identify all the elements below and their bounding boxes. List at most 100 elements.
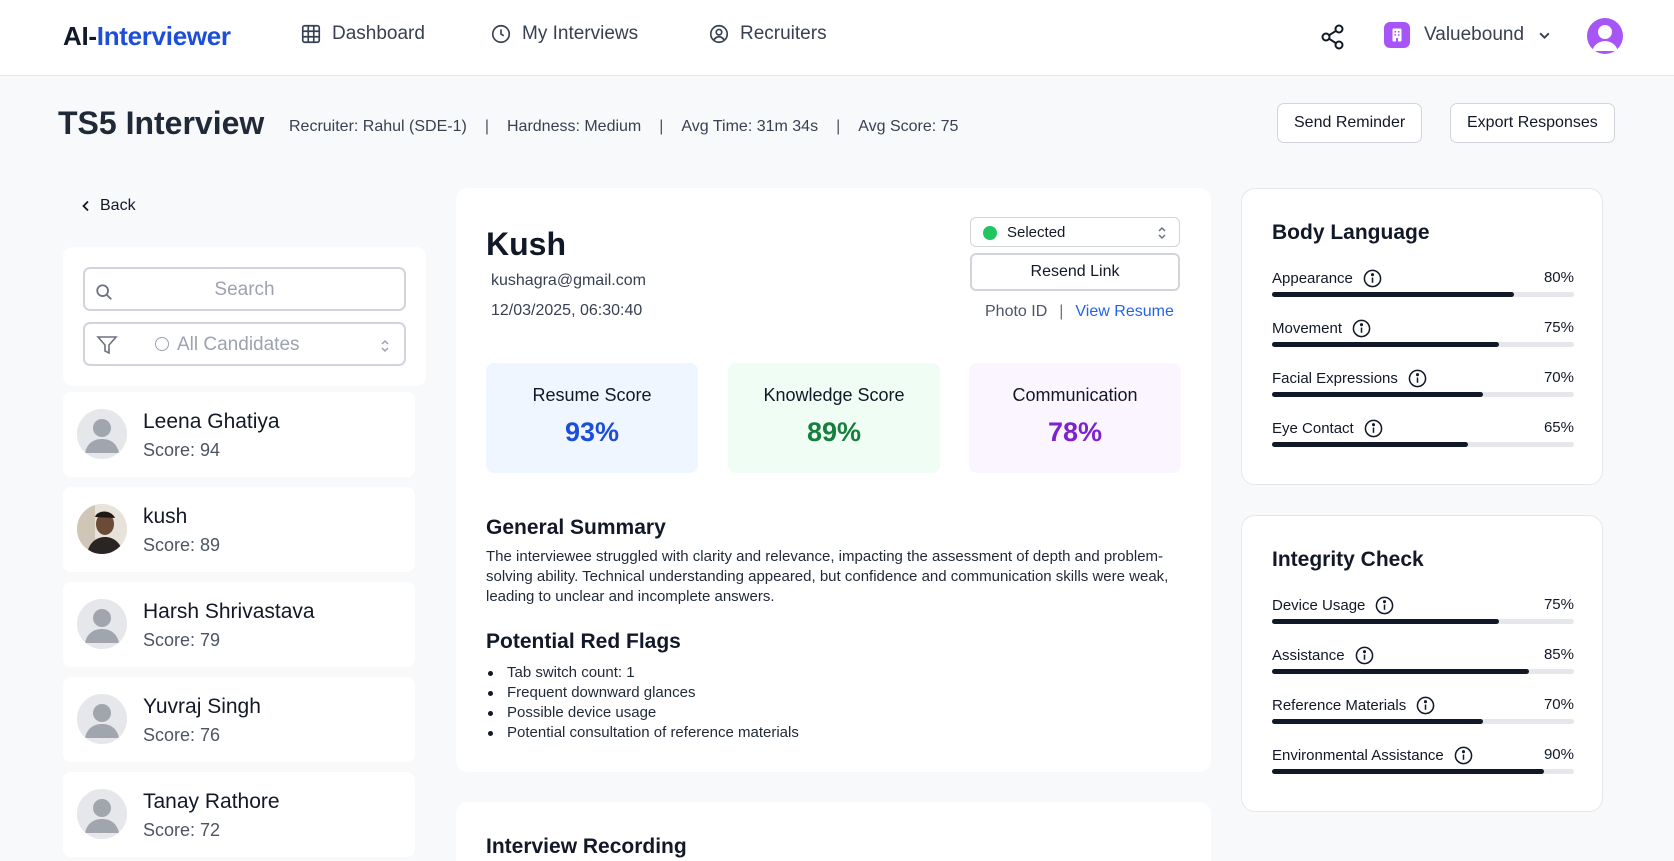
avatar: [77, 409, 127, 459]
candidate-card[interactable]: Yuvraj Singh Score: 76: [63, 677, 415, 762]
progress-fill: [1272, 719, 1484, 724]
info-icon[interactable]: [1454, 746, 1473, 765]
red-flag-item: Possible device usage: [486, 703, 799, 723]
meta-divider: |: [484, 118, 489, 135]
red-flag-item: Frequent downward glances: [486, 683, 799, 703]
metric-eye-contact: Eye Contact 65%: [1272, 419, 1574, 449]
avatar-photo: [77, 504, 127, 554]
info-icon[interactable]: [1352, 319, 1371, 338]
back-button[interactable]: Back: [80, 197, 136, 215]
share-icon[interactable]: [1319, 23, 1347, 51]
metric-movement: Movement 75%: [1272, 319, 1574, 349]
metric-label: Reference Materials: [1272, 697, 1407, 714]
search-placeholder: Search: [214, 279, 275, 300]
candidate-filter-select[interactable]: All Candidates: [83, 322, 406, 366]
meta-divider: |: [836, 118, 841, 135]
grid-icon: [300, 23, 322, 45]
score-value: 93%: [564, 417, 620, 447]
top-navbar: AI-Interviewer Dashboard My Interviews R…: [0, 0, 1674, 76]
interview-meta: Recruiter: Rahul (SDE-1) | Hardness: Med…: [289, 118, 958, 136]
nav-dashboard[interactable]: Dashboard: [300, 23, 425, 45]
meta-hardness: Hardness: Medium: [506, 118, 642, 135]
info-icon[interactable]: [1408, 369, 1427, 388]
candidate-detail-card: Kush kushagra@gmail.com 12/03/2025, 06:3…: [456, 188, 1211, 772]
view-resume-link[interactable]: View Resume: [1075, 303, 1173, 321]
metric-value: 70%: [1543, 369, 1574, 386]
metric-value: 80%: [1543, 269, 1574, 286]
metric-label: Eye Contact: [1272, 420, 1354, 437]
nav-my-interviews[interactable]: My Interviews: [490, 23, 638, 45]
org-switcher[interactable]: Valuebound: [1384, 22, 1551, 48]
meta-avg-score: Avg Score: 75: [858, 118, 959, 135]
candidate-links: Photo ID | View Resume: [985, 303, 1174, 321]
info-icon[interactable]: [1363, 269, 1382, 288]
score-label: Knowledge Score: [763, 385, 905, 405]
candidate-card[interactable]: Tanay Rathore Score: 72: [63, 772, 415, 857]
knowledge-score-card: Knowledge Score 89%: [728, 363, 940, 473]
candidate-card[interactable]: kush Score: 89: [63, 487, 415, 572]
body-language-card: Body Language Appearance 80% Movement 75…: [1241, 188, 1603, 485]
status-select[interactable]: Selected: [970, 217, 1180, 247]
candidate-score: Score: 94: [143, 440, 221, 460]
user-circle-icon: [708, 23, 730, 45]
progress-fill: [1272, 292, 1514, 297]
meta-recruiter: Recruiter: Rahul (SDE-1): [289, 118, 467, 135]
status-value: Selected: [1007, 224, 1066, 241]
red-flag-item: Potential consultation of reference mate…: [486, 723, 799, 743]
info-icon[interactable]: [1355, 646, 1374, 665]
candidate-card[interactable]: Leena Ghatiya Score: 94: [63, 392, 415, 477]
metric-device-usage: Device Usage 75%: [1272, 596, 1574, 626]
chevron-down-icon: [1538, 29, 1551, 42]
clock-icon: [490, 23, 512, 45]
filter-value-wrap: All Candidates: [155, 334, 300, 356]
updown-chevron-icon: [1158, 226, 1166, 240]
updown-chevron-icon: [381, 339, 389, 353]
export-responses-button[interactable]: Export Responses: [1450, 103, 1615, 143]
candidate-title: Kush: [486, 226, 566, 262]
progress-fill: [1272, 442, 1469, 447]
metric-value: 75%: [1543, 596, 1574, 613]
body-language-title: Body Language: [1272, 221, 1430, 244]
candidate-name: Tanay Rathore: [143, 790, 280, 813]
score-value: 78%: [1047, 417, 1103, 447]
building-icon: [1384, 22, 1410, 48]
search-input[interactable]: Search: [83, 267, 406, 311]
progress-track: [1272, 292, 1574, 297]
candidate-name: Yuvraj Singh: [143, 695, 261, 718]
resend-link-button[interactable]: Resend Link: [970, 253, 1180, 291]
metric-environmental-assistance: Environmental Assistance 90%: [1272, 746, 1574, 776]
filter-value: All Candidates: [177, 334, 300, 355]
info-icon[interactable]: [1364, 419, 1383, 438]
user-avatar[interactable]: [1587, 18, 1623, 54]
send-reminder-button[interactable]: Send Reminder: [1277, 103, 1423, 143]
integrity-check-card: Integrity Check Device Usage 75% Assista…: [1241, 515, 1603, 812]
nav-dashboard-label: Dashboard: [332, 23, 425, 44]
general-summary-text: The interviewee struggled with clarity a…: [486, 548, 1169, 605]
info-icon[interactable]: [1416, 696, 1435, 715]
metric-value: 85%: [1543, 646, 1574, 663]
metric-appearance: Appearance 80%: [1272, 269, 1574, 299]
communication-score-card: Communication 78%: [969, 363, 1181, 473]
candidate-card[interactable]: Harsh Shrivastava Score: 79: [63, 582, 415, 667]
nav-recruiters[interactable]: Recruiters: [708, 23, 827, 45]
metric-assistance: Assistance 85%: [1272, 646, 1574, 676]
candidate-score: Score: 79: [143, 630, 221, 650]
avatar: [77, 694, 127, 744]
info-icon[interactable]: [1375, 596, 1394, 615]
metric-value: 70%: [1543, 696, 1574, 713]
score-value: 89%: [806, 417, 862, 447]
nav-my-interviews-label: My Interviews: [522, 23, 639, 44]
status-dot: [983, 226, 997, 240]
red-flag-item: Tab switch count: 1: [486, 663, 799, 683]
progress-track: [1272, 392, 1574, 397]
avatar: [77, 599, 127, 649]
recording-heading: Interview Recording: [486, 835, 687, 858]
avatar: [77, 789, 127, 839]
progress-fill: [1272, 669, 1529, 674]
score-label: Resume Score: [532, 385, 652, 405]
progress-track: [1272, 442, 1574, 447]
photo-id-link[interactable]: Photo ID: [985, 303, 1047, 321]
candidate-score: Score: 72: [143, 820, 221, 840]
candidate-name: Harsh Shrivastava: [143, 600, 315, 623]
app-logo[interactable]: AI-Interviewer: [63, 21, 231, 52]
